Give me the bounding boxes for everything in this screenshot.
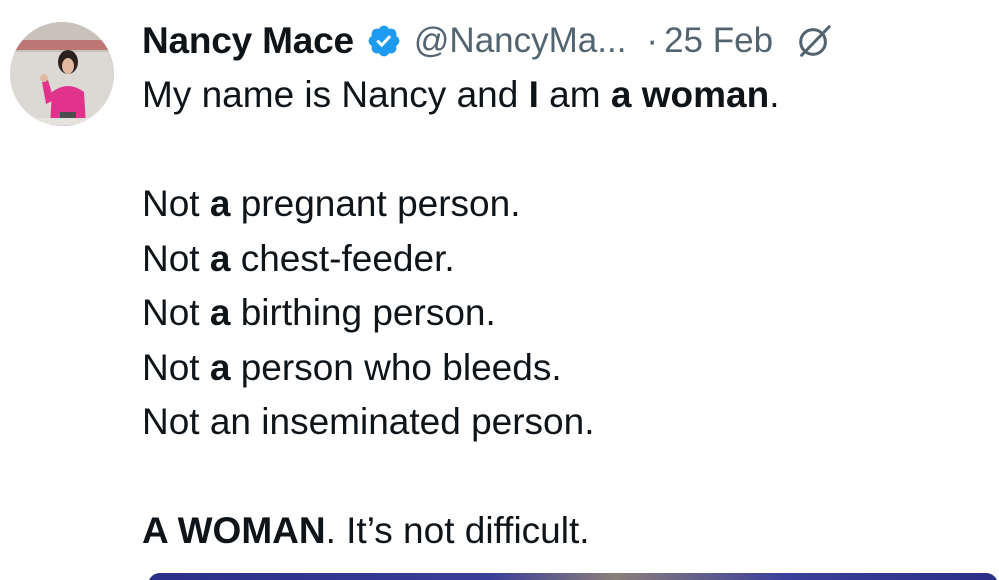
- tweet-timestamp[interactable]: 25 Feb: [664, 21, 773, 61]
- tweet-line-4: Not a birthing person.: [142, 292, 496, 333]
- tweet-text: My name is Nancy and I am a woman. Not a…: [142, 68, 982, 559]
- header-separator: ·: [646, 21, 659, 60]
- author-handle[interactable]: @NancyMa...: [414, 21, 627, 61]
- avatar-image: [10, 22, 114, 126]
- tweet-line-3: Not a chest-feeder.: [142, 237, 455, 279]
- attached-media-preview[interactable]: [148, 573, 998, 580]
- tweet-line-6: Not an inseminated person.: [142, 401, 595, 442]
- avatar[interactable]: [10, 22, 114, 126]
- tweet-header: Nancy Mace @NancyMa... · 25 Feb: [142, 13, 833, 69]
- tweet-line-2: Not a pregnant person.: [142, 183, 521, 224]
- tweet-line-1: My name is Nancy and I am a woman.: [142, 74, 780, 115]
- author-display-name[interactable]: Nancy Mace: [142, 20, 354, 62]
- tweet-line-5: Not a person who bleeds.: [142, 346, 562, 388]
- verified-badge-icon[interactable]: [366, 23, 402, 59]
- grok-icon[interactable]: [795, 22, 833, 60]
- tweet-line-7: A WOMAN. It’s not difficult.: [142, 510, 590, 551]
